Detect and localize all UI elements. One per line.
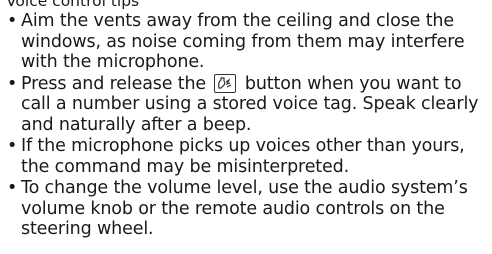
bullet-icon: • [7,73,18,94]
bullet-icon: • [7,11,18,31]
tips-list: • Aim the vents away from the ceiling an… [6,11,490,240]
tip-item: • Press and release the button when you … [6,73,490,136]
bullet-icon: • [7,178,18,198]
tip-text-before: Press and release the [21,73,212,94]
voice-control-tips: Voice control tips • Aim the vents away … [6,0,490,241]
talk-button-icon [214,73,237,93]
bullet-icon: • [7,136,18,156]
tip-text: If the microphone picks up voices other … [21,136,465,177]
tip-text: Aim the vents away from the ceiling and … [21,11,465,72]
tip-item: • If the microphone picks up voices othe… [6,136,490,177]
tip-item: • Aim the vents away from the ceiling an… [6,11,490,73]
section-heading: Voice control tips [6,0,140,10]
tip-text: To change the volume level, use the audi… [21,178,468,239]
tip-item: • To change the volume level, use the au… [6,178,490,240]
